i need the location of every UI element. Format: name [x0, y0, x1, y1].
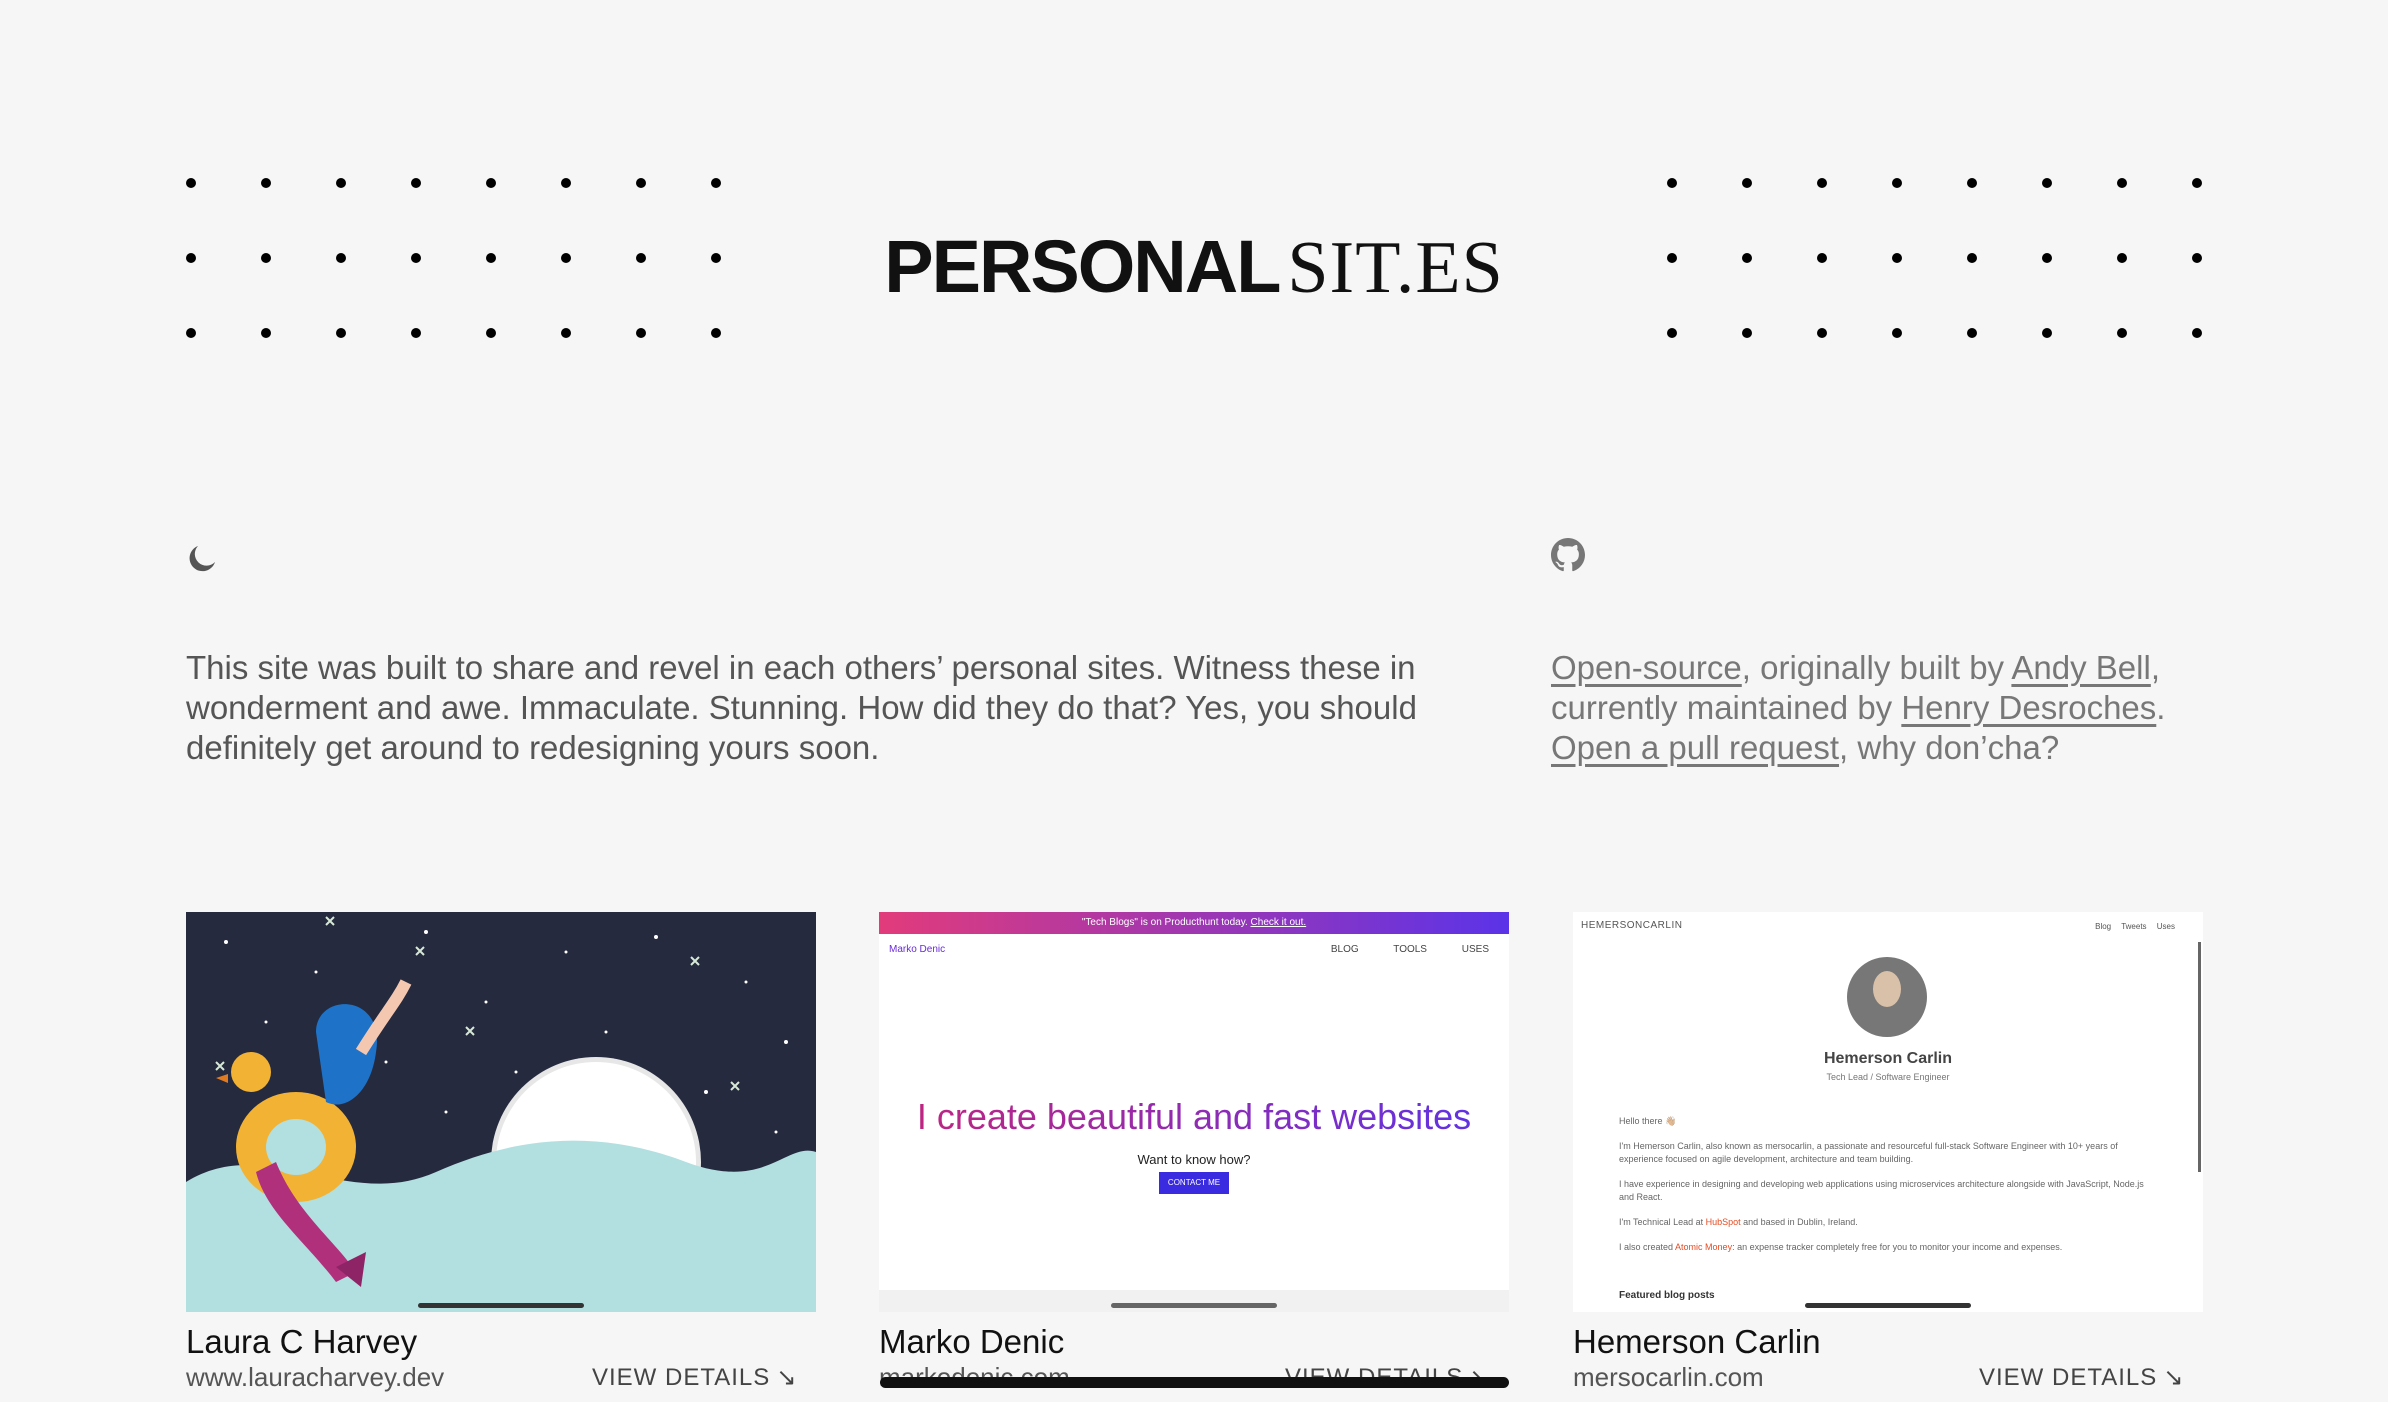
decorative-dot: [636, 328, 646, 338]
decorative-dot: [486, 178, 496, 188]
view-details-label: VIEW DETAILS: [592, 1364, 771, 1391]
atomic-money-link: Atomic Money: [1675, 1242, 1733, 1252]
decorative-dot: [2042, 328, 2052, 338]
decorative-dot: [711, 178, 721, 188]
screenshot-scrollbar[interactable]: [1805, 1303, 1971, 1308]
decorative-dot: [411, 328, 421, 338]
hemerson-p4-a: I also created: [1619, 1242, 1676, 1252]
hemerson-nav-links: Blog Tweets Uses: [2095, 922, 2175, 931]
decorative-dot: [186, 328, 196, 338]
hemerson-p1: I'm Hemerson Carlin, also known as merso…: [1619, 1141, 2118, 1164]
decorative-dot: [411, 178, 421, 188]
decorative-dot: [1967, 178, 1977, 188]
decorative-dot: [261, 328, 271, 338]
hemerson-p3: I'm Technical Lead at HubSpot and based …: [1619, 1216, 2159, 1229]
decorative-dot: [1742, 328, 1752, 338]
decorative-dot: [1667, 178, 1677, 188]
screenshot-scrollbar[interactable]: [418, 1303, 584, 1308]
hemerson-logo: HEMERSONCARLIN: [1581, 920, 1683, 931]
henry-desroches-link[interactable]: Henry Desroches: [1901, 689, 2156, 726]
marko-banner: "Tech Blogs" is on Producthunt today. Ch…: [879, 912, 1509, 934]
hemerson-p3-b: and based in Dublin, Ireland.: [1740, 1217, 1858, 1227]
hemerson-bio: Hello there 👋🏼 I'm Hemerson Carlin, also…: [1619, 1115, 2159, 1266]
decorative-dot: [1667, 328, 1677, 338]
hemerson-p4: I also created Atomic Money: an expense …: [1619, 1241, 2159, 1254]
site-card-laura[interactable]: Laura C Harvey www.lauracharvey.dev VIEW…: [186, 912, 816, 1392]
decorative-dot: [486, 328, 496, 338]
open-source-link[interactable]: Open-source: [1551, 649, 1742, 686]
site-logo[interactable]: PERSONAL SIT.ES: [0, 225, 2388, 310]
decorative-dot: [1967, 328, 1977, 338]
carousel-scrollbar[interactable]: [880, 1377, 1509, 1388]
decorative-dot: [1817, 328, 1827, 338]
card-url[interactable]: www.lauracharvey.dev: [186, 1362, 444, 1392]
hemerson-featured: Featured blog posts: [1619, 1290, 1715, 1301]
site-screenshot[interactable]: "Tech Blogs" is on Producthunt today. Ch…: [879, 912, 1509, 1312]
credits-text-4: , why don’cha?: [1839, 729, 2060, 766]
card-name: Laura C Harvey: [186, 1323, 418, 1360]
marko-subline: Want to know how?: [1137, 1152, 1251, 1167]
site-screenshot[interactable]: [186, 912, 816, 1312]
card-url[interactable]: mersocarlin.com: [1573, 1362, 1764, 1392]
marko-contact-button: CONTACT ME: [1159, 1172, 1229, 1194]
arrow-down-right-icon: ↘: [776, 1364, 798, 1391]
view-details-link[interactable]: VIEW DETAILS↘: [1979, 1363, 2184, 1393]
decorative-dot: [2192, 328, 2202, 338]
decorative-dot: [1892, 328, 1902, 338]
marko-banner-link: Check it out.: [1250, 917, 1307, 928]
decorative-dot: [2117, 328, 2127, 338]
arrow-down-right-icon: ↘: [2163, 1364, 2185, 1391]
logo-thin: SIT.ES: [1287, 227, 1504, 309]
decorative-dot: [2042, 178, 2052, 188]
decorative-dot: [2192, 178, 2202, 188]
hemerson-p2: I have experience in designing and devel…: [1619, 1179, 2144, 1202]
andy-bell-link[interactable]: Andy Bell: [2011, 649, 2150, 686]
decorative-dot: [561, 178, 571, 188]
hemerson-role: Tech Lead / Software Engineer: [1826, 1072, 1950, 1082]
hubspot-link: HubSpot: [1705, 1217, 1741, 1227]
intro-text: This site was built to share and revel i…: [186, 649, 1417, 766]
decorative-dot: [336, 178, 346, 188]
screenshot-scrollbar[interactable]: [1111, 1303, 1277, 1308]
marko-nav-links: BLOG TOOLS USES: [1330, 944, 1489, 955]
hemerson-greeting: Hello there 👋🏼: [1619, 1116, 1677, 1126]
view-details-label: VIEW DETAILS: [1979, 1364, 2158, 1391]
logo-bold: PERSONAL: [884, 225, 1281, 308]
marko-nav: Marko Denic BLOG TOOLS USES: [879, 934, 1509, 964]
site-screenshot[interactable]: HEMERSONCARLIN Blog Tweets Uses Hemerson…: [1573, 912, 2203, 1312]
decorative-dot: [261, 178, 271, 188]
site-card-marko[interactable]: "Tech Blogs" is on Producthunt today. Ch…: [879, 912, 1509, 1392]
hemerson-name: Hemerson Carlin: [1823, 1050, 1953, 1067]
site-card-hemerson[interactable]: HEMERSONCARLIN Blog Tweets Uses Hemerson…: [1573, 912, 2203, 1392]
marko-footer-strip: [879, 1290, 1509, 1312]
view-details-link[interactable]: VIEW DETAILS↘: [592, 1363, 797, 1393]
card-name: Marko Denic: [879, 1323, 1065, 1360]
marko-banner-text: "Tech Blogs" is on Producthunt today.: [1081, 917, 1248, 928]
pull-request-link[interactable]: Open a pull request: [1551, 729, 1839, 766]
moon-icon[interactable]: [186, 540, 220, 574]
credits-text: Open-source, originally built by Andy Be…: [1551, 648, 2241, 768]
marko-headline: I create beautiful and fast websites: [879, 1095, 1509, 1139]
credits-text-1: , originally built by: [1741, 649, 2012, 686]
decorative-dot: [711, 328, 721, 338]
hemerson-p3-a: I'm Technical Lead at: [1619, 1217, 1706, 1227]
credits-text-3: .: [2156, 689, 2166, 726]
decorative-dot: [1892, 178, 1902, 188]
card-name: Hemerson Carlin: [1573, 1323, 1821, 1360]
decorative-dot: [636, 178, 646, 188]
decorative-dot: [2117, 178, 2127, 188]
hemerson-vertical-scrollbar: [2198, 942, 2201, 1172]
hemerson-nav: HEMERSONCARLIN Blog Tweets Uses: [1573, 912, 2203, 942]
marko-logo: Marko Denic: [889, 944, 946, 955]
decorative-dot: [561, 328, 571, 338]
decorative-dot: [186, 178, 196, 188]
decorative-dot: [1817, 178, 1827, 188]
laura-illustration: [186, 912, 816, 1312]
decorative-dot: [1742, 178, 1752, 188]
hemerson-p4-b: : an expense tracker completely free for…: [1732, 1242, 2063, 1252]
github-icon[interactable]: [1551, 538, 1585, 572]
decorative-dot: [336, 328, 346, 338]
avatar: [1847, 957, 1927, 1037]
